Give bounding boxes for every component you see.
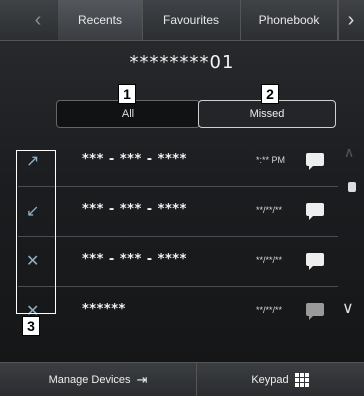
bottom-bar: Manage Devices ⇥ Keypad (0, 362, 364, 396)
tab-favourites[interactable]: Favourites (142, 0, 241, 40)
call-time: *:** PM (256, 155, 286, 165)
scroll-up-icon[interactable]: ∧ (344, 144, 354, 161)
message-icon[interactable] (306, 253, 324, 270)
message-icon[interactable] (306, 303, 324, 320)
call-time: **/**/** (256, 205, 283, 215)
scroll-thumb[interactable] (348, 182, 356, 192)
device-name-title: ********01 (129, 52, 235, 73)
call-row[interactable]: ✕ ****** **/**/** (18, 286, 338, 336)
keypad-label: Keypad (251, 373, 289, 386)
call-time: **/**/** (256, 305, 283, 315)
callout-2: 2 (261, 84, 279, 104)
device-login-icon: ⇥ (136, 371, 148, 387)
call-number: *** - *** - **** (82, 152, 187, 167)
keypad-button[interactable]: Keypad (196, 363, 364, 396)
tab-bar: ‹ Recents Favourites Phonebook › (0, 0, 364, 41)
call-number: ****** (82, 302, 126, 317)
manage-devices-button[interactable]: Manage Devices ⇥ (0, 363, 197, 396)
chevron-right-icon[interactable]: › (337, 0, 364, 40)
message-icon[interactable] (306, 153, 324, 170)
phone-screen: ‹ Recents Favourites Phonebook › *******… (0, 0, 364, 396)
call-time: **/**/** (256, 255, 283, 265)
callout-1: 1 (118, 84, 136, 104)
keypad-icon (294, 372, 309, 387)
scroll-down-icon[interactable]: ∨ (342, 298, 354, 318)
call-row[interactable]: ↙ *** - *** - **** **/**/** (18, 186, 338, 237)
filter-missed-button[interactable]: Missed (198, 100, 336, 128)
tab-recents[interactable]: Recents (58, 0, 143, 40)
manage-devices-label: Manage Devices (48, 373, 131, 386)
call-type-icons-highlight (16, 150, 56, 314)
message-icon[interactable] (306, 203, 324, 220)
call-row[interactable]: ↗ *** - *** - **** *:** PM (18, 136, 338, 187)
scrollbar[interactable]: ∧ ∨ (342, 138, 364, 328)
chevron-left-icon[interactable]: ‹ (18, 0, 59, 40)
call-row[interactable]: ✕ *** - *** - **** **/**/** (18, 236, 338, 287)
tab-phonebook[interactable]: Phonebook (240, 0, 339, 40)
call-number: *** - *** - **** (82, 252, 187, 267)
filter-all-button[interactable]: All (56, 100, 200, 128)
call-number: *** - *** - **** (82, 202, 187, 217)
